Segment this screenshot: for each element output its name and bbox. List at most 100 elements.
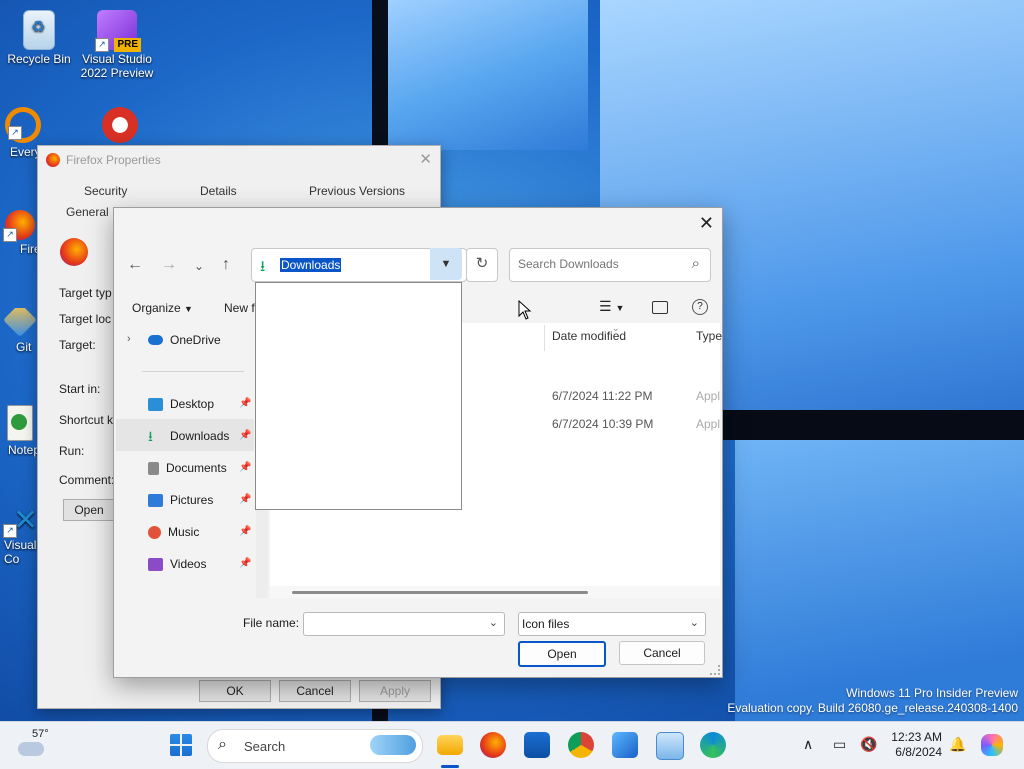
clock[interactable]: 12:23 AM 6/8/2024 [886,730,942,760]
label-target-location: Target loc [59,312,112,326]
onedrive-chevron-icon[interactable]: › [127,333,131,345]
wallpaper-bar [722,410,1024,440]
show-hidden-icons-chevron-icon[interactable]: ∧ [803,736,813,753]
nav-item-pictures[interactable]: Pictures [148,490,213,510]
visual-studio-preview-shortcut[interactable]: PRE ↗ Visual Studio 2022 Preview [78,10,156,80]
resize-grip-icon[interactable] [710,665,720,675]
ccleaner-logo-icon [102,107,138,143]
close-icon[interactable]: ✕ [699,213,714,234]
open-file-location-button[interactable]: Open [63,499,115,521]
paint-icon[interactable] [612,732,638,758]
file-row-date[interactable]: 6/7/2024 11:22 PM [552,389,653,403]
clock-date: 6/8/2024 [895,745,942,759]
vscode-shortcut[interactable]: ✕ ↗ Visual Co [0,506,40,566]
edge-icon[interactable] [700,732,726,758]
search-box[interactable]: ⌕ [509,248,711,282]
nav-item-music[interactable]: Music [148,522,199,542]
organize-menu[interactable]: Organize ▼ [132,301,193,315]
download-icon: ⭳ [260,258,266,275]
pin-icon: 📌 [239,526,252,537]
file-type-select[interactable]: Icon files ⌄ [518,612,706,636]
notification-bell-icon[interactable]: 🔔 [949,736,966,753]
firefox-shortcut[interactable]: ↗ Firef [0,210,40,256]
search-highlight-icon [370,735,416,755]
microsoft-store-icon[interactable] [524,732,550,758]
refresh-button[interactable]: ↻ [466,248,498,282]
copilot-icon[interactable] [981,734,1003,756]
file-row-date[interactable]: 6/7/2024 10:39 PM [552,417,653,431]
evaluation-watermark: Windows 11 Pro Insider Preview Evaluatio… [727,686,1018,716]
file-name-combobox[interactable]: ⌄ [303,612,505,636]
pin-icon: 📌 [239,430,252,441]
open-button[interactable]: Open [518,641,606,667]
taskbar-search-label: Search [244,739,286,754]
chrome-icon[interactable] [568,732,594,758]
nav-item-downloads[interactable]: ⭳ Downloads [148,426,229,446]
desktop-icon [148,397,163,411]
cancel-button[interactable]: Cancel [619,641,705,665]
properties-title: Firefox Properties [66,153,161,167]
magnifier-icon: ↗ [5,107,41,143]
nav-label: Downloads [170,429,230,443]
recycle-bin-shortcut[interactable]: ♻ Recycle Bin [0,10,78,66]
file-row-type[interactable]: Appl [696,417,720,431]
nav-item-documents[interactable]: Documents [148,458,227,478]
help-icon[interactable]: ? [692,299,708,315]
weather-widget[interactable]: 57° [18,728,58,762]
documents-icon [148,461,159,475]
git-icon [3,308,37,337]
shortcut-arrow-icon: ↗ [8,126,22,140]
pin-icon: 📌 [239,462,252,473]
up-arrow-icon[interactable]: ↑ [222,256,230,274]
tab-general[interactable]: General [66,205,109,219]
horizontal-scrollbar-thumb[interactable] [292,591,588,594]
pictures-icon [148,493,163,507]
start-windows-icon[interactable] [170,734,192,756]
address-dropdown-button[interactable]: ▼ [430,248,462,280]
notepad-shortcut[interactable]: Notep [0,405,40,457]
firefox-icon[interactable] [480,732,506,758]
preview-pane-icon[interactable] [652,301,668,314]
address-text[interactable]: Downloads [280,258,342,272]
file-explorer-icon[interactable] [437,735,463,755]
desktop-icon-label: Recycle Bin [7,52,71,66]
tab-previous-versions[interactable]: Previous Versions [309,184,405,198]
desktop-icon-label: Notep [8,443,40,457]
refresh-icon: ↻ [475,255,489,272]
recent-locations-chevron-icon[interactable]: ⌄ [194,259,204,273]
column-header-type[interactable]: Type [696,329,722,343]
navigation-pane: › OneDrive Desktop ⭳ Downloads Documents … [114,323,256,598]
column-header-date-modified[interactable]: Date modified [552,329,626,343]
nav-item-desktop[interactable]: Desktop [148,394,214,414]
network-icon[interactable]: ▭ [833,736,846,753]
nav-label: OneDrive [170,333,221,347]
back-arrow-icon[interactable]: ← [127,256,143,274]
tab-details[interactable]: Details [200,184,237,198]
tab-security[interactable]: Security [84,184,127,198]
volume-muted-icon[interactable]: 🔇 [860,736,877,753]
ccleaner-icon[interactable] [98,107,142,145]
taskbar: 57° ⌕ Search ∧ ▭ 🔇 12:23 AM 6/8/2024 🔔 [0,721,1024,769]
apply-button[interactable]: Apply [359,680,431,702]
nav-item-onedrive[interactable]: OneDrive [148,330,221,350]
wallpaper-pane [388,0,588,150]
taskbar-search-box[interactable]: ⌕ Search [207,729,423,763]
forward-arrow-icon[interactable]: → [161,256,177,274]
shortcut-arrow-icon: ↗ [3,228,17,242]
file-type-value: Icon files [522,617,570,631]
wallpaper-pane [735,440,1024,721]
search-input[interactable] [516,256,680,272]
remote-desktop-icon[interactable] [656,732,684,760]
close-icon[interactable]: ✕ [419,150,432,168]
file-row-type[interactable]: Appl [696,389,720,403]
cloud-icon [148,335,163,345]
new-folder-button[interactable]: New f [224,301,255,315]
nav-item-videos[interactable]: Videos [148,554,206,574]
git-shortcut[interactable]: Git [0,308,40,354]
watermark-line: Evaluation copy. Build 26080.ge_release.… [727,701,1018,715]
view-options-icon[interactable]: ☰ ▼ [599,298,624,315]
ok-button[interactable]: OK [199,680,271,702]
cancel-button[interactable]: Cancel [279,680,351,702]
address-dropdown-list[interactable] [255,282,462,510]
desktop-icon-label: Git [16,340,32,354]
